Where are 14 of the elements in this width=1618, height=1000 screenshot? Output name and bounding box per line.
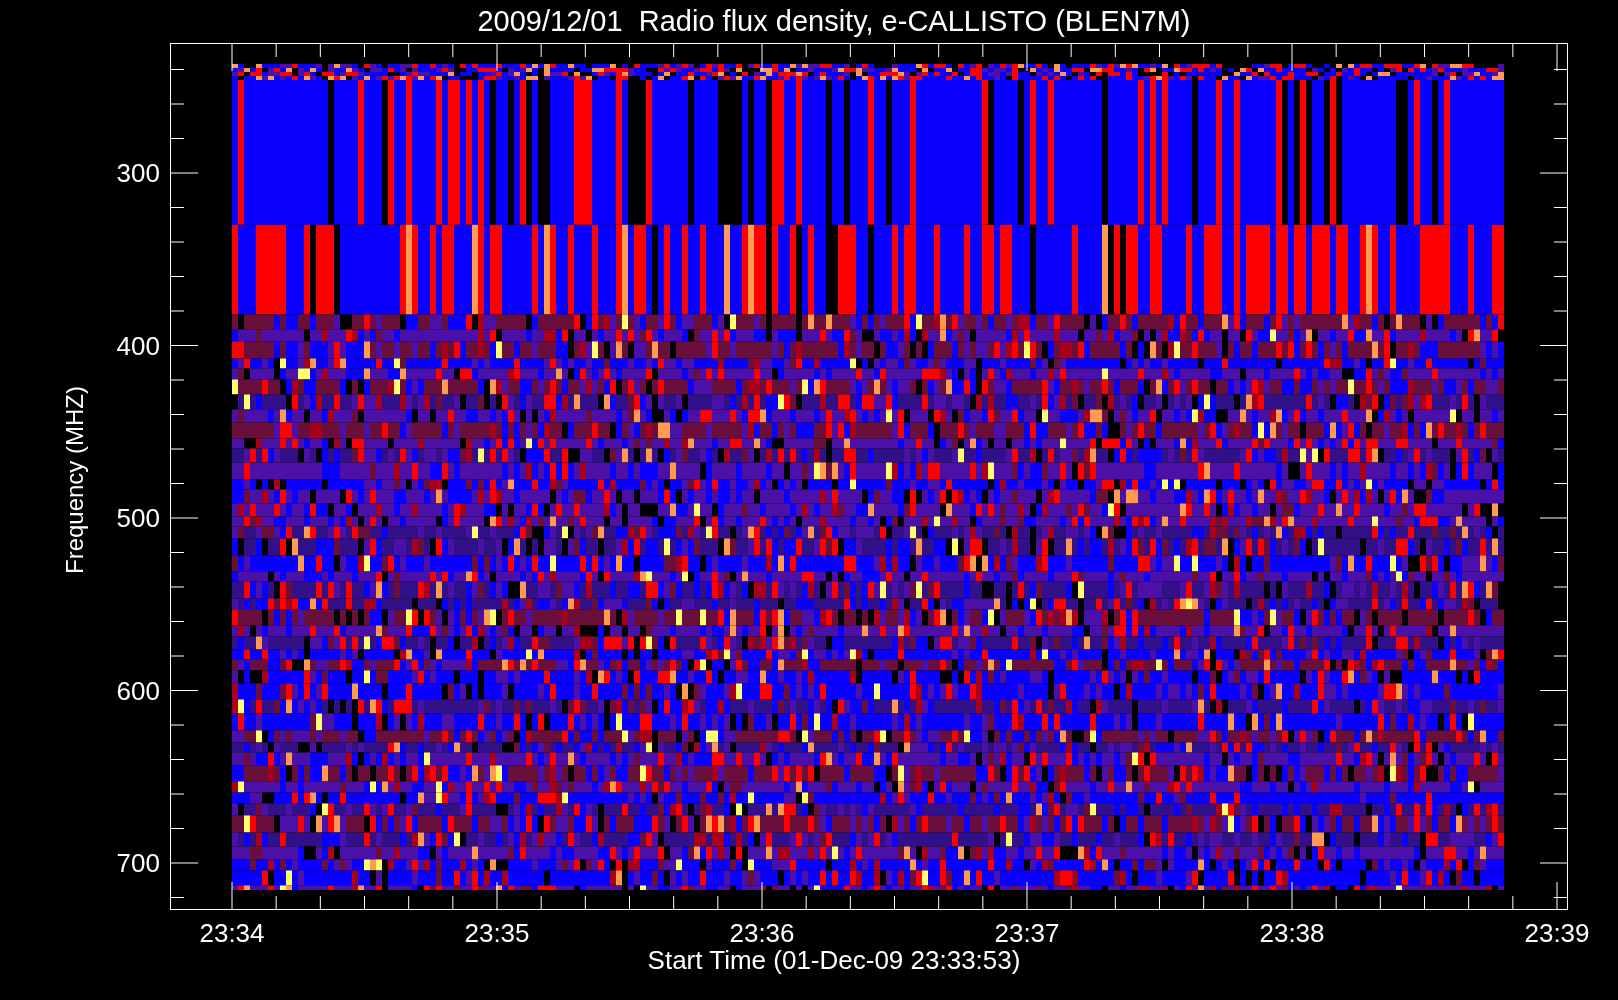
plot-title: 2009/12/01 Radio flux density, e-CALLISTO (BLEN7M) bbox=[477, 7, 1191, 36]
axis-label: Start Time (01-Dec-09 23:33:53) bbox=[647, 947, 1021, 973]
tick-label: 23:34 bbox=[199, 920, 265, 946]
tick-label: 300 bbox=[116, 160, 160, 186]
tick-label: 23:36 bbox=[729, 920, 795, 946]
tick-label: 600 bbox=[116, 677, 160, 704]
tick-label: 400 bbox=[116, 332, 160, 359]
tick-label: 700 bbox=[116, 850, 160, 876]
tick-label: 23:37 bbox=[994, 920, 1060, 946]
axis-label: Frequency (MHZ) bbox=[63, 386, 87, 574]
tick-label: 23:38 bbox=[1259, 920, 1325, 946]
tick-label: 23:39 bbox=[1524, 920, 1590, 946]
tick-label: 500 bbox=[116, 505, 160, 531]
tick-label: 23:35 bbox=[464, 920, 530, 946]
